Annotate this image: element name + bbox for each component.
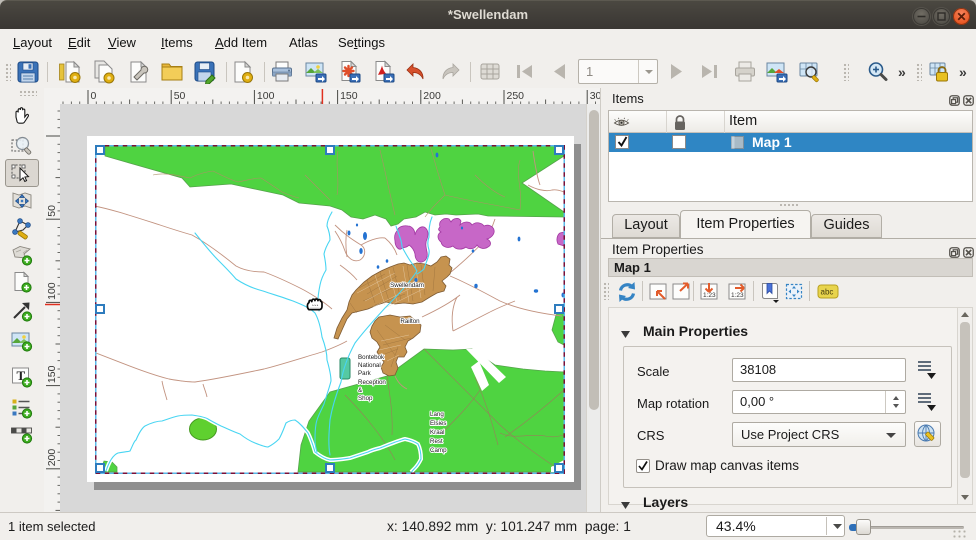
svg-text:150: 150: [46, 365, 58, 383]
svg-text:National: National: [358, 362, 381, 369]
svg-text:100: 100: [46, 282, 58, 300]
svg-text:50: 50: [46, 205, 58, 217]
svg-text:Railton: Railton: [400, 318, 420, 325]
svg-text:Kraal: Kraal: [430, 429, 444, 436]
svg-text:Bontebok: Bontebok: [358, 354, 385, 361]
svg-text:abc: abc: [821, 288, 834, 297]
svg-text:1:23: 1:23: [703, 292, 716, 299]
svg-text:50: 50: [174, 90, 186, 102]
svg-text:Camp: Camp: [430, 447, 447, 454]
svg-text:100: 100: [257, 90, 275, 102]
svg-text:1:23: 1:23: [731, 292, 744, 299]
svg-text:Reception: Reception: [358, 379, 386, 386]
svg-text:200: 200: [46, 449, 58, 467]
svg-text:300: 300: [590, 90, 600, 102]
svg-text:200: 200: [423, 90, 441, 102]
svg-text:Swellendam: Swellendam: [390, 282, 424, 289]
svg-text:Park: Park: [358, 370, 372, 377]
svg-text:Shop: Shop: [358, 395, 373, 402]
svg-text:150: 150: [340, 90, 358, 102]
svg-text:250: 250: [507, 90, 525, 102]
svg-text:0: 0: [91, 90, 97, 102]
svg-text:Rest: Rest: [430, 438, 443, 445]
svg-text:Lang: Lang: [430, 411, 444, 418]
svg-text:Elsies: Elsies: [430, 420, 447, 427]
